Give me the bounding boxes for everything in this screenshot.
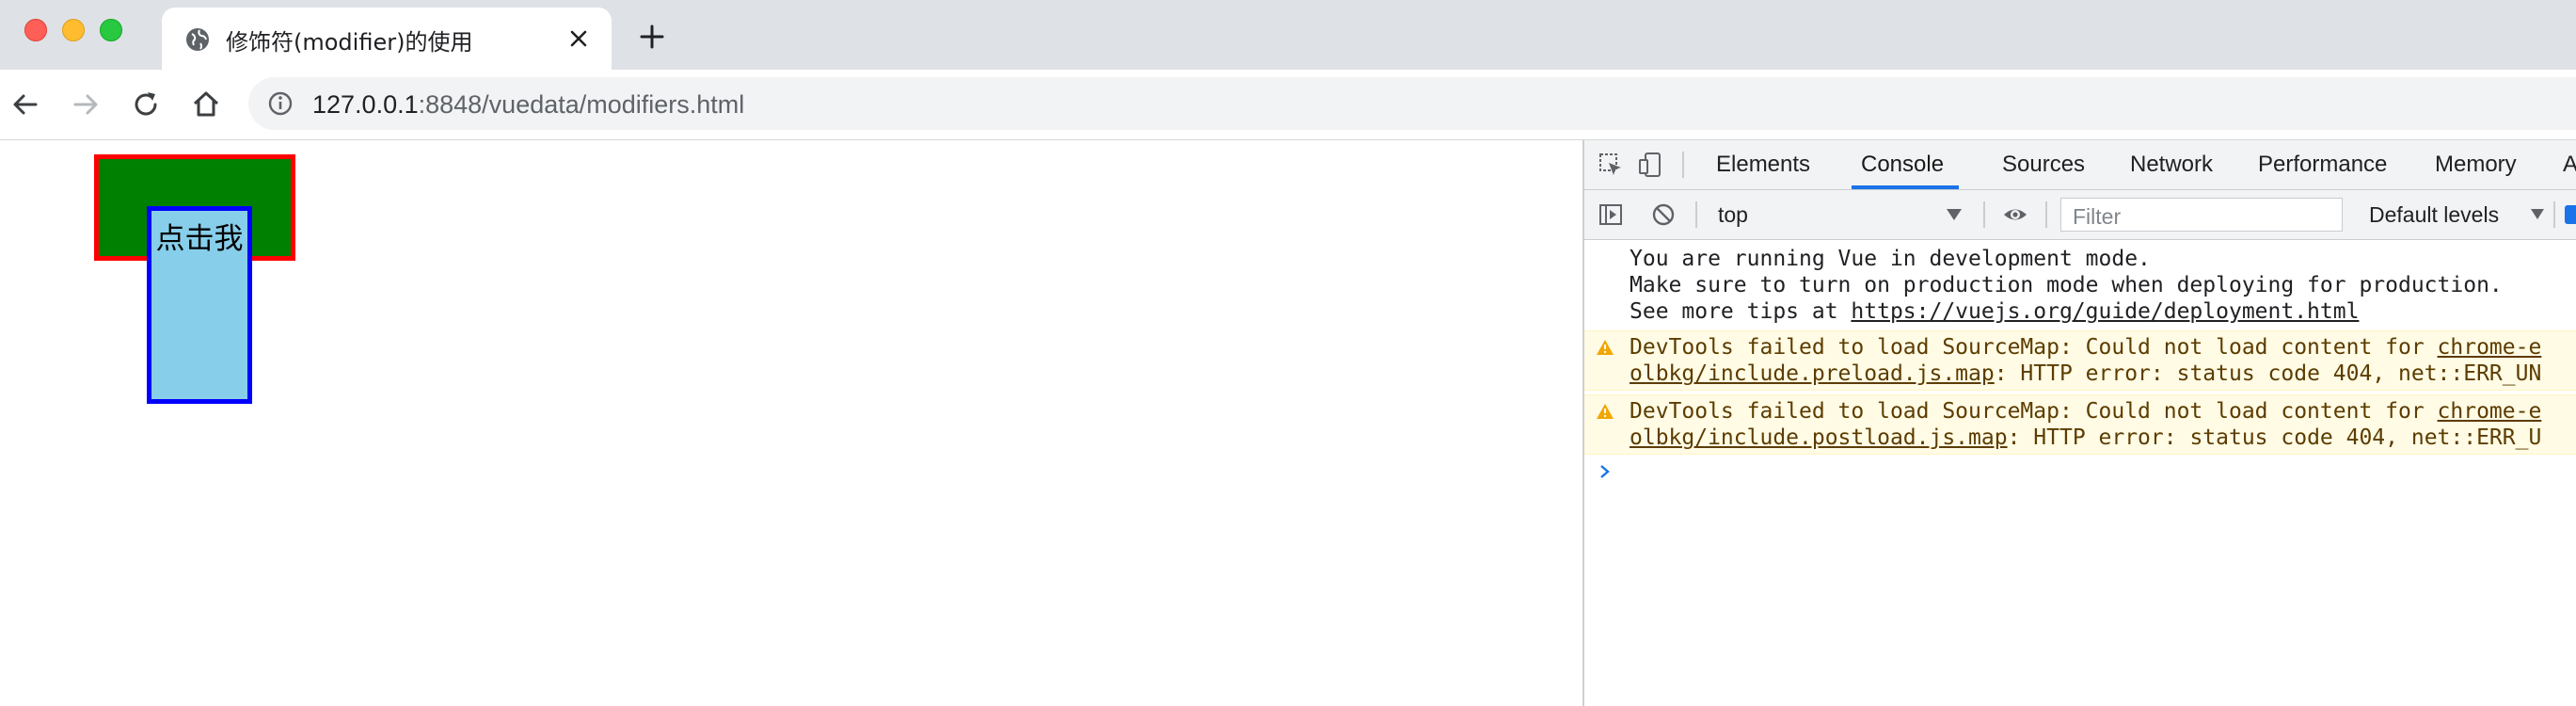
url-path: :8848/vuedata/modifiers.html [418,90,745,119]
chevron-down-icon[interactable] [1947,209,1962,220]
toolbar-separator [1983,201,1985,228]
console-text: DevTools failed to load SourceMap: Could… [1630,399,2438,424]
page-viewport: 点击我 [0,140,1582,706]
url-text: 127.0.0.1:8848/vuedata/modifiers.html [312,90,744,120]
tab-strip: 修饰符(modifier)的使用 [0,0,2576,70]
log-levels-dropdown[interactable]: Default levels [2369,202,2499,228]
minimize-window-button[interactable] [62,19,85,41]
device-toolbar-icon[interactable] [1637,152,1663,178]
inner-box-label: 点击我 [155,222,244,256]
inner-box[interactable]: 点击我 [147,206,252,404]
tab-memory[interactable]: Memory [2435,152,2517,178]
devtools-panel: Elements Console Sources Network Perform… [1582,140,2576,706]
console-message-info: You are running Vue in development mode.… [1584,246,2576,325]
browser-toolbar: 127.0.0.1:8848/vuedata/modifiers.html [0,70,2576,140]
console-toolbar: top Filter Default levels [1584,190,2576,240]
console-line: olbkg/include.postload.js.map: HTTP erro… [1630,425,2541,451]
active-tab-indicator [1852,185,1959,189]
console-line: DevTools failed to load SourceMap: Could… [1630,334,2541,361]
issues-button[interactable] [2565,205,2576,224]
console-text: : HTTP error: status code 404, net::ERR_… [1994,361,2542,386]
clear-console-icon[interactable] [1650,201,1677,228]
console-line: olbkg/include.preload.js.map: HTTP error… [1630,361,2541,387]
tab-elements[interactable]: Elements [1716,152,1810,178]
address-bar[interactable]: 127.0.0.1:8848/vuedata/modifiers.html [248,77,2576,130]
toolbar-separator [2045,201,2047,228]
maximize-window-button[interactable] [100,19,122,41]
tab-performance[interactable]: Performance [2258,152,2387,178]
tab-title: 修饰符(modifier)的使用 [226,29,473,56]
back-arrow-icon[interactable] [9,88,41,120]
console-text: See more tips at [1630,299,1852,324]
console-link[interactable]: chrome-e [2438,335,2542,360]
close-window-button[interactable] [24,19,47,41]
console-text: DevTools failed to load SourceMap: Could… [1630,335,2438,360]
console-output: You are running Vue in development mode.… [1584,240,2576,706]
devtools-tab-bar: Elements Console Sources Network Perform… [1584,140,2576,190]
globe-icon [186,28,209,51]
console-text: : HTTP error: status code 404, net::ERR_… [2007,425,2542,450]
forward-arrow-icon[interactable] [70,88,102,120]
tab-network[interactable]: Network [2130,152,2213,178]
console-link[interactable]: olbkg/include.postload.js.map [1630,425,2008,450]
plus-icon[interactable] [638,23,666,51]
context-selector[interactable]: top [1718,202,1748,228]
close-icon[interactable] [566,26,591,51]
sidebar-toggle-icon[interactable] [1598,201,1624,228]
inspect-icon[interactable] [1598,152,1624,178]
console-message-warning: DevTools failed to load SourceMap: Could… [1584,330,2576,391]
toolbar-separator [2553,201,2555,228]
filter-placeholder: Filter [2073,204,2122,229]
console-filter-input[interactable]: Filter [2060,198,2343,232]
info-icon[interactable] [267,90,294,117]
url-host: 127.0.0.1 [312,90,419,119]
warning-icon [1597,340,1614,355]
toolbar-separator [1695,201,1697,228]
tab-sources[interactable]: Sources [2002,152,2085,178]
tab-overflow[interactable]: A [2563,152,2576,178]
browser-tab[interactable]: 修饰符(modifier)的使用 [162,8,612,70]
console-line: Make sure to turn on production mode whe… [1630,273,2503,297]
console-link[interactable]: https://vuejs.org/guide/deployment.html [1851,299,2359,324]
chevron-down-icon[interactable] [2531,209,2544,219]
console-line: DevTools failed to load SourceMap: Could… [1630,398,2541,425]
console-message-warning: DevTools failed to load SourceMap: Could… [1584,394,2576,455]
console-link[interactable]: olbkg/include.preload.js.map [1630,361,1995,386]
prompt-chevron-icon[interactable] [1598,464,1613,479]
console-link[interactable]: chrome-e [2438,399,2542,424]
console-line: See more tips at https://vuejs.org/guide… [1630,298,2359,325]
console-line: You are running Vue in development mode. [1630,247,2151,271]
warning-icon [1597,404,1614,419]
tab-console[interactable]: Console [1861,152,1944,178]
toolbar-separator [1682,152,1684,178]
home-icon[interactable] [190,88,222,120]
reload-icon[interactable] [130,88,162,120]
eye-icon[interactable] [2002,201,2028,228]
